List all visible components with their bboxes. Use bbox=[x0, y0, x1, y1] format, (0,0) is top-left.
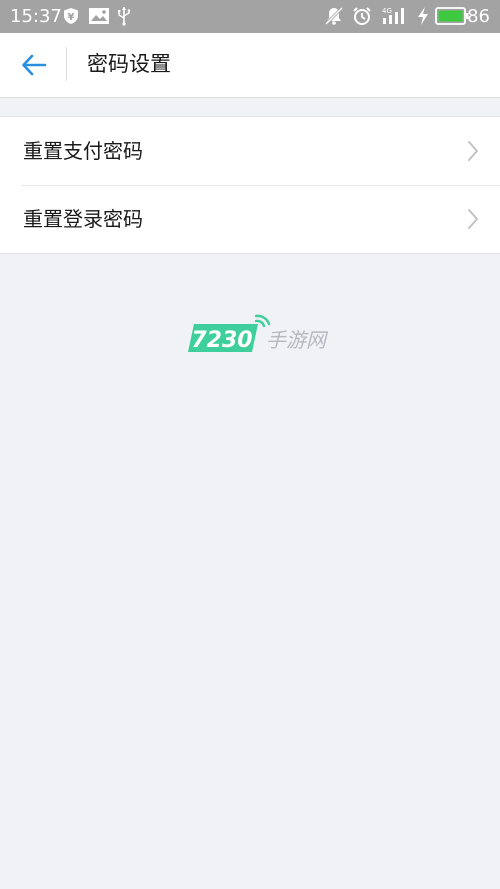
battery-icon bbox=[434, 6, 470, 26]
svg-text:¥: ¥ bbox=[68, 12, 75, 23]
menu-item-label: 重置登录密码 bbox=[23, 207, 143, 231]
shield-yen-icon: ¥ bbox=[62, 6, 80, 26]
back-button[interactable] bbox=[14, 47, 54, 83]
chevron-right-icon bbox=[468, 141, 478, 161]
image-icon bbox=[88, 6, 110, 26]
watermark-logo: 7230 手游网 bbox=[186, 312, 336, 356]
watermark-number: 7230 bbox=[191, 328, 252, 353]
charging-icon bbox=[416, 6, 430, 26]
menu-item-label: 重置支付密码 bbox=[23, 139, 143, 163]
reset-payment-password-item[interactable]: 重置支付密码 bbox=[0, 117, 500, 185]
status-bar: 15:37 ¥ 4G 86 bbox=[0, 0, 500, 33]
settings-list: 重置支付密码 重置登录密码 bbox=[0, 116, 500, 254]
usb-icon bbox=[116, 6, 132, 26]
header-bar: 密码设置 bbox=[0, 33, 500, 98]
alarm-icon bbox=[351, 6, 373, 26]
mute-icon bbox=[323, 6, 345, 26]
chevron-right-icon bbox=[468, 209, 478, 229]
header-divider bbox=[66, 47, 67, 81]
svg-text:4G: 4G bbox=[382, 7, 392, 15]
battery-percent: 86 bbox=[467, 6, 490, 27]
page-title: 密码设置 bbox=[87, 52, 171, 76]
arrow-left-icon bbox=[22, 54, 47, 76]
status-time: 15:37 bbox=[10, 6, 62, 27]
signal-icon: 4G bbox=[380, 6, 410, 26]
watermark-text: 手游网 bbox=[266, 328, 329, 352]
reset-login-password-item[interactable]: 重置登录密码 bbox=[0, 185, 500, 253]
